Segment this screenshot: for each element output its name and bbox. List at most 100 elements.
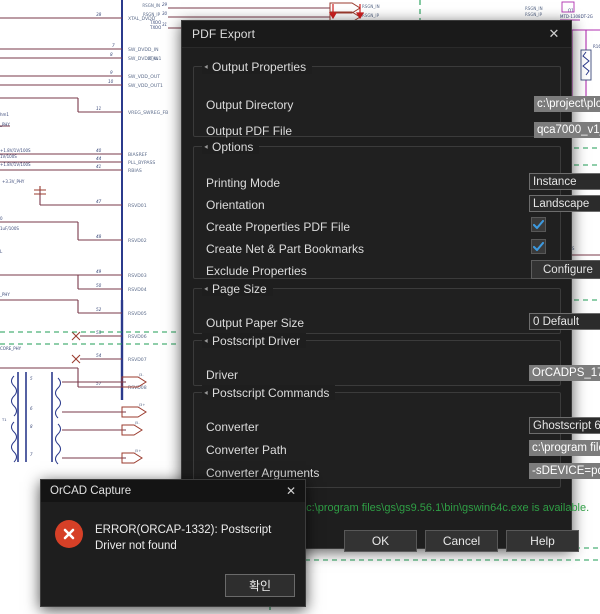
svg-text:J5+: J5+ bbox=[134, 449, 141, 453]
svg-text:30: 30 bbox=[162, 11, 168, 16]
group-output-properties-header: ◂ Output Properties bbox=[202, 59, 313, 74]
svg-text:J3-: J3- bbox=[138, 373, 144, 377]
svg-text:49: 49 bbox=[96, 269, 102, 274]
exclude-properties-label: Exclude Properties bbox=[206, 264, 307, 278]
create-bookmarks-label: Create Net & Part Bookmarks bbox=[206, 242, 365, 256]
converter-path-label: Converter Path bbox=[206, 443, 287, 457]
configure-button[interactable]: Configure bbox=[531, 260, 600, 279]
svg-text:1uF/100S: 1uF/100S bbox=[0, 226, 19, 231]
driver-label: Driver bbox=[206, 368, 238, 382]
converter-select[interactable]: Ghostscript 64 bit / equivalent bbox=[529, 417, 600, 434]
printing-mode-select[interactable]: Instance bbox=[529, 173, 600, 190]
converter-path-input[interactable]: c:\program files\gs\gs9.56.1\bin\gswi bbox=[529, 440, 600, 456]
svg-text:41: 41 bbox=[96, 164, 102, 169]
x-mark-icon bbox=[63, 528, 75, 540]
svg-text:_PHY: _PHY bbox=[0, 292, 10, 297]
svg-text:CORE_PHY: CORE_PHY bbox=[0, 346, 22, 351]
driver-input[interactable]: OrCADPS_17.4 bbox=[529, 365, 600, 381]
svg-text:RSVD07: RSVD07 bbox=[128, 357, 147, 363]
svg-text:50: 50 bbox=[96, 283, 102, 288]
svg-text:RSVD01: RSVD01 bbox=[128, 203, 147, 209]
svg-text:RSVD02: RSVD02 bbox=[128, 238, 147, 244]
group-postscript-commands-title: Postscript Commands bbox=[212, 385, 330, 400]
svg-text:SW_VDD_OUT1: SW_VDD_OUT1 bbox=[128, 83, 163, 89]
collapse-arrow-icon[interactable]: ◂ bbox=[204, 284, 207, 293]
svg-text:PLL_BYPASS: PLL_BYPASS bbox=[128, 160, 155, 166]
svg-text:29: 29 bbox=[162, 2, 168, 7]
group-postscript-commands-header: ◂ Postscript Commands bbox=[202, 385, 336, 400]
svg-text:SW_DVDD_IN: SW_DVDD_IN bbox=[128, 47, 159, 53]
output-paper-size-select[interactable]: 0 Default bbox=[529, 313, 600, 330]
group-options-title: Options bbox=[212, 139, 254, 154]
svg-text:38: 38 bbox=[96, 12, 102, 17]
printing-mode-value: Instance bbox=[533, 175, 577, 188]
row-printing-mode: Printing Mode bbox=[206, 174, 280, 192]
create-properties-pdf-checkbox[interactable] bbox=[531, 217, 546, 232]
error-message: ERROR(ORCAP-1332): Postscript Driver not… bbox=[95, 524, 272, 552]
output-pdf-file-input[interactable]: qca7000_v1_3_250206.pdf bbox=[534, 122, 600, 138]
svg-text:RSVD05: RSVD05 bbox=[128, 311, 147, 317]
orientation-label: Orientation bbox=[206, 198, 265, 212]
collapse-arrow-icon[interactable]: ◂ bbox=[204, 336, 207, 345]
printing-mode-label: Printing Mode bbox=[206, 176, 281, 190]
pdf-export-dialog: PDF Export ✕ ◂ Output Properties Output … bbox=[181, 20, 600, 552]
svg-text:RSVD06: RSVD06 bbox=[128, 334, 147, 340]
group-postscript-driver-title: Postscript Driver bbox=[212, 333, 301, 348]
svg-text:RSGN_IP: RSGN_IP bbox=[362, 13, 380, 18]
row-driver: Driver bbox=[206, 366, 238, 384]
svg-text:52: 52 bbox=[96, 307, 102, 312]
svg-text:1V/100S: 1V/100S bbox=[0, 154, 17, 159]
converter-arguments-label: Converter Arguments bbox=[206, 466, 320, 480]
output-directory-label: Output Directory bbox=[206, 98, 294, 112]
ok-button[interactable]: OK bbox=[344, 530, 417, 552]
group-page-size-header: ◂ Page Size bbox=[202, 281, 273, 296]
svg-text:7: 7 bbox=[112, 43, 115, 48]
error-ok-button[interactable]: 확인 bbox=[225, 574, 295, 597]
svg-text:T1: T1 bbox=[1, 418, 6, 422]
collapse-arrow-icon[interactable]: ◂ bbox=[204, 62, 207, 71]
collapse-arrow-icon[interactable]: ◂ bbox=[204, 388, 207, 397]
row-output-pdf-file: Output PDF File bbox=[206, 122, 292, 140]
svg-text:40: 40 bbox=[96, 148, 102, 153]
create-properties-pdf-label: Create Properties PDF File bbox=[206, 220, 351, 234]
output-directory-input[interactable]: c:\project\plc_board\v1_2_f bbox=[534, 96, 600, 112]
group-output-properties-title: Output Properties bbox=[212, 59, 307, 74]
check-icon bbox=[533, 219, 544, 229]
help-button[interactable]: Help bbox=[506, 530, 579, 552]
svg-text:SW_VDD_OUT: SW_VDD_OUT bbox=[128, 74, 160, 80]
dialog-titlebar: PDF Export ✕ bbox=[182, 21, 571, 48]
output-paper-size-label: Output Paper Size bbox=[206, 316, 305, 330]
svg-text:RSGN_IP: RSGN_IP bbox=[143, 12, 161, 17]
close-icon[interactable]: ✕ bbox=[541, 23, 567, 45]
svg-text:47: 47 bbox=[96, 199, 102, 204]
create-bookmarks-checkbox[interactable] bbox=[531, 239, 546, 254]
svg-text:_PHY: _PHY bbox=[0, 122, 10, 127]
svg-text:48: 48 bbox=[96, 234, 102, 239]
svg-text:R16: R16 bbox=[593, 44, 600, 49]
orientation-select[interactable]: Landscape bbox=[529, 195, 600, 212]
svg-text:RSGN_IP: RSGN_IP bbox=[525, 12, 543, 17]
dialog-body: ◂ Output Properties Output Directory c:\… bbox=[182, 48, 600, 552]
row-output-paper-size: Output Paper Size bbox=[206, 314, 304, 332]
row-converter-path: Converter Path bbox=[206, 441, 287, 459]
svg-text:TXOO: TXOO bbox=[149, 25, 161, 30]
row-output-directory: Output Directory bbox=[206, 96, 293, 114]
svg-text:44: 44 bbox=[96, 156, 102, 161]
svg-text:MTD-1308DT-2G: MTD-1308DT-2G bbox=[560, 14, 593, 19]
svg-text:J3+: J3+ bbox=[138, 403, 145, 407]
converter-arguments-input[interactable]: -sDEVICE=pdfwrite -sOutputFile=$::ca bbox=[529, 463, 600, 479]
group-postscript-driver-header: ◂ Postscript Driver bbox=[202, 333, 307, 348]
group-page-size-title: Page Size bbox=[212, 281, 267, 296]
check-icon bbox=[533, 241, 544, 251]
svg-text:RSVD03: RSVD03 bbox=[128, 273, 147, 279]
svg-text:RBIAS: RBIAS bbox=[128, 168, 142, 174]
svg-text:+3.3V_PHY: +3.3V_PHY bbox=[2, 179, 25, 184]
close-icon[interactable]: ✕ bbox=[279, 481, 303, 501]
svg-text:+1.8V/1V/100S: +1.8V/1V/100S bbox=[0, 162, 31, 167]
output-pdf-file-label: Output PDF File bbox=[206, 124, 293, 138]
svg-text:54: 54 bbox=[96, 353, 102, 358]
cancel-button[interactable]: Cancel bbox=[425, 530, 498, 552]
svg-text:10: 10 bbox=[108, 79, 114, 84]
collapse-arrow-icon[interactable]: ◂ bbox=[204, 142, 207, 151]
svg-text:BIASREF: BIASREF bbox=[128, 152, 148, 158]
